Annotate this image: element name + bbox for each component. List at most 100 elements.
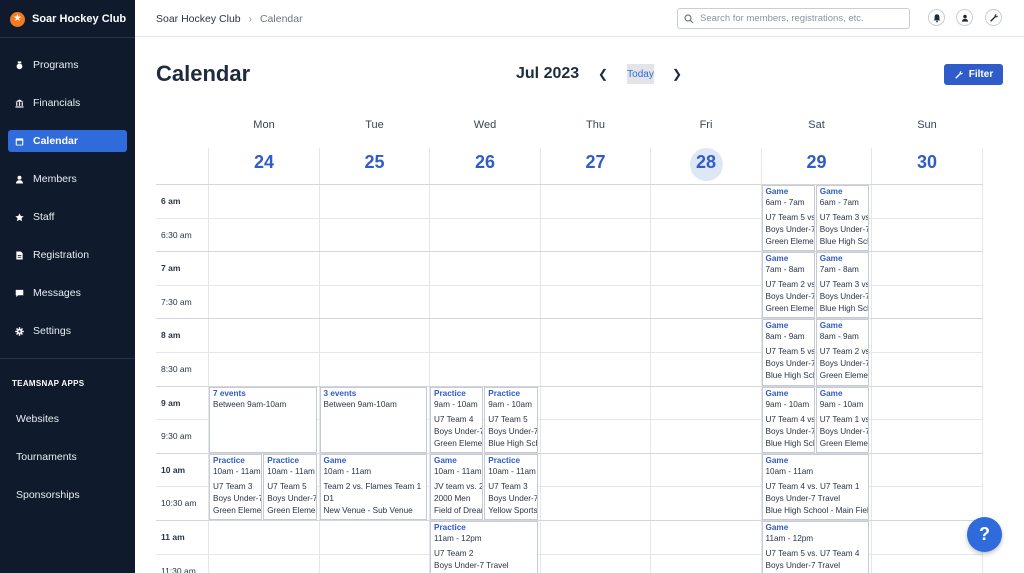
day-name: Wed — [473, 119, 497, 131]
current-month: Jul 2023 — [516, 65, 580, 82]
event-time: 10am - 11am — [323, 466, 372, 476]
event-detail-line: Blue High Sch — [819, 304, 869, 314]
event-time: 8am - 9am — [765, 332, 805, 342]
next-week-button[interactable]: ❯ — [670, 66, 684, 82]
sidebar-item-members[interactable]: Members — [8, 168, 127, 190]
org-logo-icon: ★ — [10, 11, 25, 27]
breadcrumb-root[interactable]: Soar Hockey Club — [156, 13, 241, 25]
event-card[interactable]: Game 8am - 9am U7 Team 2 vs. Boys Under-7 Gr… — [815, 319, 869, 386]
event-card[interactable]: Game 10am - 11am JV team vs. 20 2000 Men Fie… — [430, 453, 484, 520]
day-number[interactable]: 24 — [209, 152, 319, 173]
event-card[interactable]: Practice 9am - 10am U7 Team 5 Boys Under-7 B… — [484, 386, 538, 453]
sidebar-item-messages[interactable]: Messages — [8, 282, 127, 304]
event-card[interactable]: Game 10am - 11am Team 2 vs. Flames Team 1D… — [319, 453, 427, 520]
event-card[interactable]: Practice 10am - 11am U7 Team 5 Boys Under-7… — [263, 453, 317, 520]
sidebar-divider — [0, 37, 135, 38]
event-card[interactable]: Practice 10am - 11am U7 Team 3 Boys Under-7… — [484, 453, 538, 520]
day-column-divider — [650, 148, 651, 573]
day-number[interactable]: 30 — [872, 152, 982, 173]
event-detail-line: JV team vs. 20 — [434, 481, 484, 491]
time-label: 7:30 am — [161, 296, 192, 307]
event-detail-line: Green Elemen — [819, 438, 869, 448]
event-detail-line: U7 Team 5 — [488, 414, 528, 424]
day-number[interactable]: 27 — [541, 152, 651, 173]
event-detail-line: Boys Under-7 — [434, 426, 484, 436]
day-name: Sun — [917, 119, 937, 131]
event-detail-line: Boys Under-7 — [488, 426, 538, 436]
breadcrumb: Soar Hockey Club › Calendar — [156, 13, 303, 25]
event-time: 9am - 10am — [488, 399, 532, 409]
event-card[interactable]: Practice 11am - 12pm U7 Team 2 Boys Under-7… — [430, 521, 538, 573]
org-switcher[interactable]: ★ Soar Hockey Club ▼ — [10, 10, 142, 28]
event-time: 7am - 8am — [819, 265, 859, 275]
sidebar-item-label: Registration — [33, 249, 90, 261]
sidebar-item-registration[interactable]: Registration — [8, 244, 127, 266]
event-card[interactable]: Game 9am - 10am U7 Team 4 vs. Boys Under-7 B… — [761, 386, 815, 453]
day-name: Fri — [699, 119, 713, 131]
event-time: 10am - 11am — [267, 466, 315, 476]
event-detail-line: Boys Under-7 — [213, 493, 263, 503]
app-item-sponsorships[interactable]: Sponsorships — [16, 489, 80, 501]
event-detail-line: Green Elemen — [819, 371, 869, 381]
event-time: 10am - 11am — [213, 466, 261, 476]
event-detail-line: Blue High School - Main Field — [765, 505, 869, 515]
event-detail-line: Boys Under-7 — [267, 493, 317, 503]
event-detail-line: Boys Under-7 — [765, 426, 815, 436]
chevron-right-icon: ❯ — [671, 67, 683, 81]
day-column-divider — [539, 148, 541, 573]
sidebar-item-financials[interactable]: Financials — [8, 92, 127, 114]
sidebar-item-label: Programs — [33, 59, 79, 71]
app-item-tournaments[interactable]: Tournaments — [16, 451, 77, 463]
event-card[interactable]: Practice 10am - 11am U7 Team 3 Boys Under-7… — [209, 453, 263, 520]
event-card[interactable]: Game 7am - 8am U7 Team 2 vs. Boys Under-7 Gr… — [761, 252, 815, 319]
account-avatar-icon[interactable] — [956, 9, 973, 26]
sidebar-item-calendar[interactable]: Calendar — [8, 130, 127, 152]
day-number[interactable]: 25 — [320, 152, 430, 173]
org-name: Soar Hockey Club — [32, 13, 127, 25]
day-number[interactable]: 26 — [430, 152, 540, 173]
chevron-right-icon: › — [248, 13, 252, 25]
time-label: 10:30 am — [161, 498, 197, 509]
event-detail-line: D1 — [323, 493, 334, 503]
week-calendar-grid: Mon 24 Tue 25 Wed 26 Thu 27 Fri 28 Sat 29 Sun 30 6 am 6… — [156, 110, 983, 573]
event-card[interactable]: Game 8am - 9am U7 Team 5 vs. Boys Under-7 Bl… — [761, 319, 815, 386]
notifications-bell-icon[interactable] — [928, 9, 945, 26]
sidebar-item-staff[interactable]: Staff — [8, 206, 127, 228]
top-bar: Soar Hockey Club › Calendar — [135, 0, 1024, 37]
today-button[interactable]: Today — [627, 64, 654, 84]
sidebar-item-label: Financials — [33, 97, 81, 109]
sidebar-item-settings[interactable]: Settings — [8, 320, 127, 342]
gear-icon — [15, 326, 24, 336]
event-detail-line: Boys Under-7 Travel — [765, 493, 841, 503]
previous-week-button[interactable]: ❮ — [596, 66, 610, 82]
event-card[interactable]: Game 6am - 7am U7 Team 3 vs. Boys Under-7 Bl… — [815, 185, 869, 252]
filter-button[interactable]: Filter — [944, 64, 1003, 85]
help-button[interactable]: ? — [967, 517, 1002, 552]
programs-icon — [15, 60, 24, 70]
event-time: 10am - 11am — [488, 466, 536, 476]
event-card[interactable]: Practice 9am - 10am U7 Team 4 Boys Under-7 G… — [430, 386, 484, 453]
tools-wrench-icon[interactable] — [985, 9, 1002, 26]
event-card[interactable]: Game 10am - 11am U7 Team 4 vs. U7 Team 1 Bo… — [761, 453, 869, 520]
time-label: 9:30 am — [161, 431, 192, 442]
day-number[interactable]: 28 — [651, 152, 761, 173]
event-card[interactable]: Game 7am - 8am U7 Team 3 vs. Boys Under-7 Bl… — [815, 252, 869, 319]
event-card[interactable]: Game 9am - 10am U7 Team 1 vs. Boys Under-7 G… — [815, 386, 869, 453]
event-detail-line: Team 2 vs. Flames Team 1 — [323, 481, 422, 491]
sidebar-item-programs[interactable]: Programs — [8, 54, 127, 76]
event-time: 6am - 7am — [819, 198, 859, 207]
day-number[interactable]: 29 — [762, 152, 872, 173]
breadcrumb-current: Calendar — [259, 13, 303, 25]
event-detail-line: Blue High Sch — [765, 438, 815, 448]
event-card[interactable]: 3 events Between 9am-10am — [319, 386, 427, 453]
event-card[interactable]: Game 6am - 7am U7 Team 5 vs. Boys Under-7 Gr… — [761, 185, 815, 252]
chevron-left-icon: ❮ — [597, 67, 609, 81]
event-card[interactable]: 7 events Between 9am-10am — [209, 386, 317, 453]
star-icon — [15, 212, 24, 222]
event-detail-line: Green Elemen — [434, 438, 484, 448]
event-card[interactable]: Game 11am - 12pm U7 Team 5 vs. U7 Team 4 Bo… — [761, 521, 869, 573]
search-input[interactable] — [700, 13, 900, 24]
time-label: 8:30 am — [161, 364, 192, 374]
time-label: 11:30 am — [161, 565, 196, 573]
app-item-websites[interactable]: Websites — [16, 413, 59, 425]
